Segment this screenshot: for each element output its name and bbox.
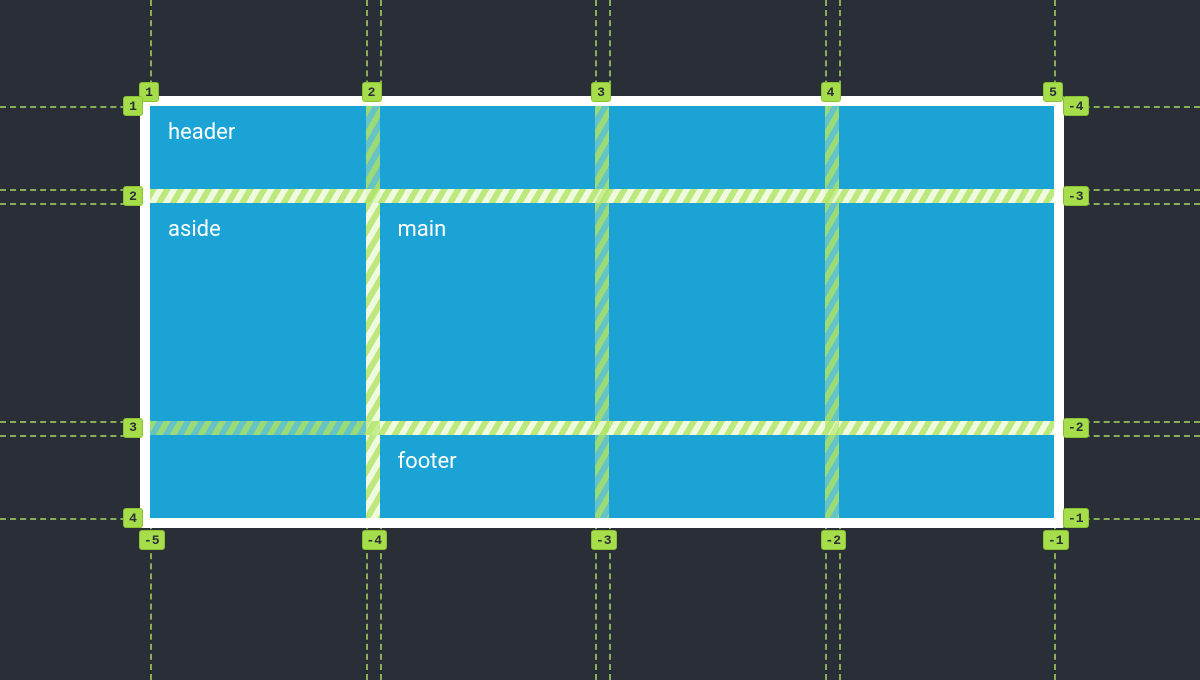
grid-gap-vertical (366, 106, 380, 518)
grid-area-label: footer (398, 449, 457, 474)
col-line-badge-bottom: -1 (1043, 530, 1069, 550)
row-line-badge-right: -2 (1063, 418, 1089, 438)
row-line-badge-right: -3 (1063, 186, 1089, 206)
col-line-badge-top: 3 (591, 82, 611, 102)
col-line-badge-top: 2 (362, 82, 382, 102)
col-line-badge-bottom: -3 (591, 530, 617, 550)
row-line-badge-left: 1 (123, 96, 143, 116)
col-line-badge-top: 4 (821, 82, 841, 102)
grid-area-aside: aside (150, 203, 366, 518)
grid-area-label: main (398, 217, 447, 242)
grid-area-label: aside (168, 217, 221, 242)
col-line-badge-top: 5 (1043, 82, 1063, 102)
row-line-badge-right: -1 (1063, 508, 1089, 528)
row-line-badge-right: -4 (1063, 96, 1089, 116)
grid-area-label: header (168, 120, 235, 145)
grid-gap-vertical (825, 106, 839, 518)
row-line-badge-left: 2 (123, 186, 143, 206)
grid-area-main: main (380, 203, 1055, 420)
row-line-badge-left: 3 (123, 418, 143, 438)
col-line-badge-bottom: -4 (362, 530, 388, 550)
grid-gap-horizontal (150, 421, 1054, 435)
grid-diagram: headerasidemainfooter 12345-5-4-3-2-1123… (0, 0, 1200, 680)
col-line-badge-bottom: -5 (139, 530, 165, 550)
row-line-badge-left: 4 (123, 508, 143, 528)
col-line-badge-bottom: -2 (821, 530, 847, 550)
grid-gap-vertical (595, 106, 609, 518)
grid-gap-horizontal (150, 189, 1054, 203)
grid-area-footer: footer (380, 435, 1055, 518)
grid-panel: header aside main footer (140, 96, 1064, 528)
